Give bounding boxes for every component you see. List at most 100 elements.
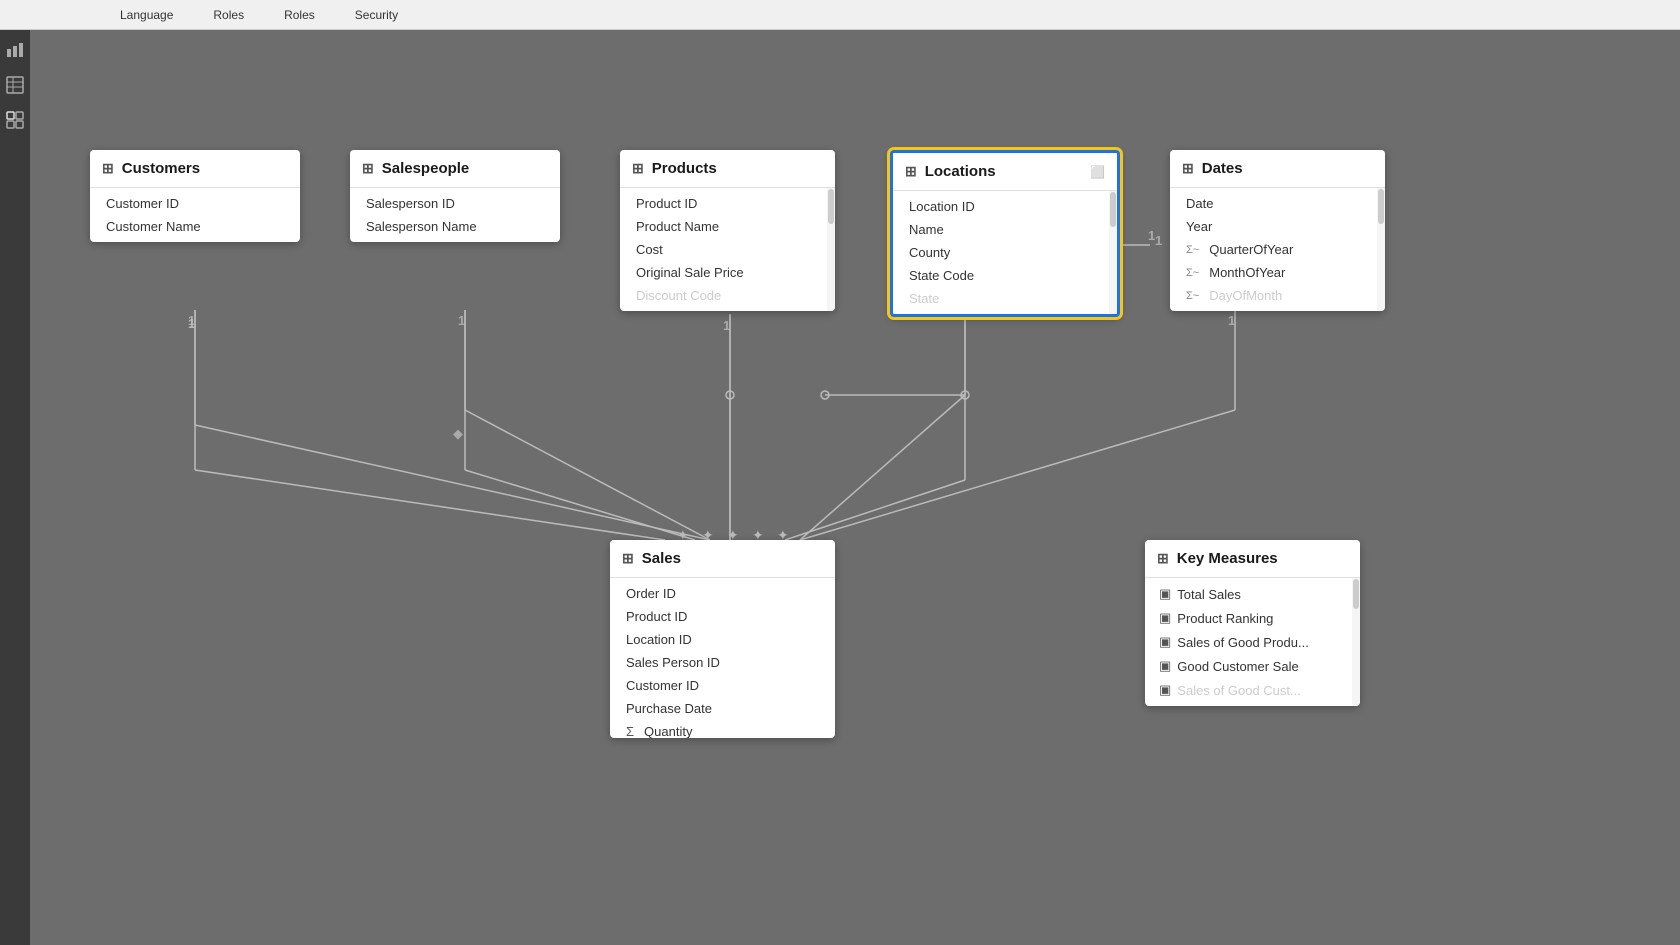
salespeople-body: Salesperson ID Salesperson Name xyxy=(350,188,560,242)
sales-good-produ-icon: ▣ xyxy=(1159,634,1171,650)
salespeople-table[interactable]: ⊞ Salespeople Salesperson ID Salesperson… xyxy=(350,150,560,242)
field-label: Location ID xyxy=(626,632,692,647)
field-label: Customer ID xyxy=(106,196,179,211)
roles-menu-2[interactable]: Roles xyxy=(284,8,315,22)
field-label: Year xyxy=(1186,219,1212,234)
product-ranking-icon: ▣ xyxy=(1159,610,1171,626)
language-menu[interactable]: Language xyxy=(120,8,173,22)
field-salesperson-id: Salesperson ID xyxy=(350,192,560,215)
field-label: Name xyxy=(909,222,944,237)
measure-product-ranking: ▣ Product Ranking xyxy=(1145,606,1360,630)
locations-table[interactable]: ⊞ Locations ⬜ Location ID Name County St… xyxy=(890,150,1120,317)
total-sales-icon: ▣ xyxy=(1159,586,1171,602)
field-label: State xyxy=(909,291,939,306)
measure-label: Total Sales xyxy=(1177,587,1241,602)
field-label: Date xyxy=(1186,196,1213,211)
field-dayofmonth: Σ~ DayOfMonth xyxy=(1170,284,1385,307)
sales-header: ⊞ Sales xyxy=(610,540,835,578)
security-menu[interactable]: Security xyxy=(355,8,398,22)
field-label: Order ID xyxy=(626,586,676,601)
measure-label: Sales of Good Cust... xyxy=(1177,683,1301,698)
locations-table-icon: ⊞ xyxy=(905,163,917,180)
field-label: QuarterOfYear xyxy=(1209,242,1293,257)
measure-label: Product Ranking xyxy=(1177,611,1273,626)
field-label: Location ID xyxy=(909,199,975,214)
field-label: Customer ID xyxy=(626,678,699,693)
field-quarterofyear: Σ~ QuarterOfYear xyxy=(1170,238,1385,261)
svg-text:1: 1 xyxy=(1228,313,1235,328)
field-label: MonthOfYear xyxy=(1209,265,1285,280)
customers-table[interactable]: ⊞ Customers Customer ID Customer Name xyxy=(90,150,300,242)
measure-label: Sales of Good Produ... xyxy=(1177,635,1309,650)
measure-label: Good Customer Sale xyxy=(1177,659,1298,674)
field-original-sale-price: Original Sale Price xyxy=(620,261,835,284)
field-order-id: Order ID xyxy=(610,582,835,605)
locations-scroll-thumb xyxy=(1110,192,1116,227)
customers-table-icon: ⊞ xyxy=(102,160,114,177)
salespeople-title: Salespeople xyxy=(382,160,470,177)
quantity-sigma-icon: Σ xyxy=(626,724,634,738)
svg-text:1: 1 xyxy=(188,316,195,331)
measure-sales-good-produ: ▣ Sales of Good Produ... xyxy=(1145,630,1360,654)
field-label: Product Name xyxy=(636,219,719,234)
field-label: Salesperson Name xyxy=(366,219,477,234)
field-label: County xyxy=(909,245,950,260)
locations-scrollbar[interactable] xyxy=(1109,191,1117,314)
field-quantity: Σ Quantity xyxy=(610,720,835,738)
salespeople-header: ⊞ Salespeople xyxy=(350,150,560,188)
measure-sales-good-cust: ▣ Sales of Good Cust... xyxy=(1145,678,1360,702)
key-measures-icon: ⊞ xyxy=(1157,550,1169,567)
sales-table[interactable]: ⊞ Sales Order ID Product ID Location ID … xyxy=(610,540,835,738)
key-measures-table[interactable]: ⊞ Key Measures ▣ Total Sales ▣ Product R… xyxy=(1145,540,1360,706)
dates-scrollbar[interactable] xyxy=(1377,188,1385,311)
dates-body: Date Year Σ~ QuarterOfYear Σ~ MonthOfYea… xyxy=(1170,188,1385,311)
field-year: Year xyxy=(1170,215,1385,238)
field-label: State Code xyxy=(909,268,974,283)
locations-title: Locations xyxy=(925,163,996,180)
roles-menu-1[interactable]: Roles xyxy=(213,8,244,22)
field-label: Product ID xyxy=(626,609,687,624)
products-header: ⊞ Products xyxy=(620,150,835,188)
field-product-id: Product ID xyxy=(620,192,835,215)
key-measures-header: ⊞ Key Measures xyxy=(1145,540,1360,578)
products-table[interactable]: ⊞ Products Product ID Product Name Cost … xyxy=(620,150,835,311)
key-measures-scrollbar[interactable] xyxy=(1352,578,1360,706)
key-measures-body: ▣ Total Sales ▣ Product Ranking ▣ Sales … xyxy=(1145,578,1360,706)
dates-header: ⊞ Dates xyxy=(1170,150,1385,188)
good-customer-sale-icon: ▣ xyxy=(1159,658,1171,674)
customers-title: Customers xyxy=(122,160,200,177)
products-scroll-thumb xyxy=(828,189,834,224)
model-view-icon[interactable] xyxy=(5,110,25,130)
field-label: Customer Name xyxy=(106,219,201,234)
locations-maximize-icon[interactable]: ⬜ xyxy=(1090,165,1105,179)
svg-text:1: 1 xyxy=(188,313,195,328)
field-cost: Cost xyxy=(620,238,835,261)
dates-table[interactable]: ⊞ Dates Date Year Σ~ QuarterOfYear Σ~ Mo… xyxy=(1170,150,1385,311)
field-label: Sales Person ID xyxy=(626,655,720,670)
dates-scroll-thumb xyxy=(1378,189,1384,224)
chart-view-icon[interactable] xyxy=(5,40,25,60)
key-measures-title: Key Measures xyxy=(1177,550,1278,567)
sales-title: Sales xyxy=(642,550,681,567)
field-location-id: Location ID xyxy=(893,195,1117,218)
field-date: Date xyxy=(1170,192,1385,215)
customers-body: Customer ID Customer Name xyxy=(90,188,300,242)
field-label: Salesperson ID xyxy=(366,196,455,211)
measure-total-sales: ▣ Total Sales xyxy=(1145,582,1360,606)
field-label: Original Sale Price xyxy=(636,265,744,280)
field-sales-location-id: Location ID xyxy=(610,628,835,651)
left-sidebar xyxy=(0,30,30,945)
field-label: Purchase Date xyxy=(626,701,712,716)
field-label: Cost xyxy=(636,242,663,257)
customers-header: ⊞ Customers xyxy=(90,150,300,188)
products-scrollbar[interactable] xyxy=(827,188,835,311)
field-sales-product-id: Product ID xyxy=(610,605,835,628)
field-salesperson-name: Salesperson Name xyxy=(350,215,560,238)
field-label: Discount Code xyxy=(636,288,721,303)
field-product-name: Product Name xyxy=(620,215,835,238)
svg-text:1: 1 xyxy=(1148,228,1155,243)
field-sales-customer-id: Customer ID xyxy=(610,674,835,697)
monthofyear-func-icon: Σ~ xyxy=(1186,267,1199,279)
table-view-icon[interactable] xyxy=(5,75,25,95)
field-monthofyear: Σ~ MonthOfYear xyxy=(1170,261,1385,284)
